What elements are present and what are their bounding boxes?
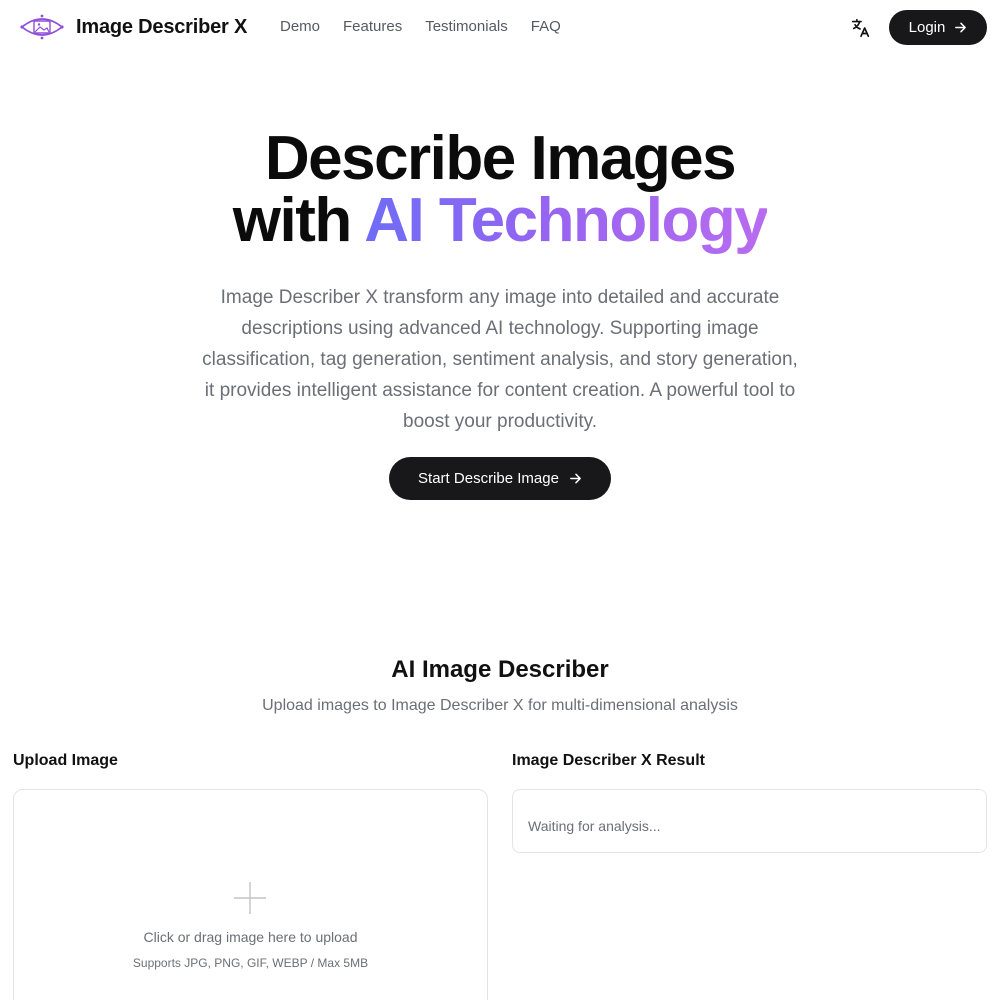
brand-name: Image Describer X [76, 15, 248, 38]
start-describe-button[interactable]: Start Describe Image [389, 457, 611, 500]
hero-title-gradient: AI Technology [364, 186, 769, 255]
upload-label: Upload Image [13, 752, 118, 769]
hero-title-line-1: Describe Images [264, 124, 737, 193]
plus-icon [234, 882, 266, 914]
site-header: Image Describer X Demo Features Testimon… [0, 0, 1000, 56]
hero-description: Image Describer X transform any image in… [202, 287, 798, 432]
nav-link-demo[interactable]: Demo [280, 18, 320, 35]
result-placeholder: Waiting for analysis... [528, 818, 661, 834]
section-title: AI Image Describer [391, 656, 609, 683]
main-nav: Demo Features Testimonials FAQ [280, 18, 561, 35]
nav-link-faq[interactable]: FAQ [531, 18, 561, 35]
result-label: Image Describer X Result [512, 752, 705, 769]
upload-prompt: Click or drag image here to upload [143, 929, 358, 945]
arrow-right-icon [570, 473, 581, 484]
arrow-right-icon [955, 22, 967, 33]
eye-image-logo-icon [20, 14, 64, 40]
start-describe-label: Start Describe Image [418, 470, 559, 487]
brand-logo-link[interactable]: Image Describer X [20, 13, 247, 41]
hero-title: Describe Images with AI Technology [0, 128, 1000, 252]
nav-link-features[interactable]: Features [343, 18, 402, 35]
hero-title-plain: with [232, 186, 352, 255]
translate-icon[interactable] [850, 17, 872, 39]
nav-link-testimonials[interactable]: Testimonials [425, 18, 508, 35]
login-button[interactable]: Login [889, 10, 987, 45]
upload-note: Supports JPG, PNG, GIF, WEBP / Max 5MB [132, 956, 369, 970]
login-label: Login [908, 19, 946, 36]
section-subtitle: Upload images to Image Describer X for m… [262, 697, 738, 714]
hero-title-line-2: with AI Technology [0, 190, 1000, 252]
